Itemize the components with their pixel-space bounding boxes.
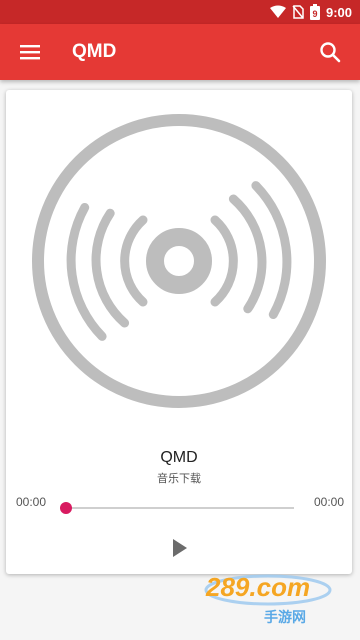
status-bar: 9 9:00: [0, 0, 360, 24]
disc-artwork-icon: [32, 114, 326, 408]
total-time: 00:00: [313, 495, 344, 509]
wifi-icon: [269, 5, 286, 18]
menu-button[interactable]: [10, 32, 50, 72]
play-button[interactable]: [166, 534, 194, 562]
artist-label: 音乐下载: [157, 473, 201, 485]
play-icon: [173, 539, 187, 557]
watermark-brand: 289.com: [205, 572, 310, 602]
song-title: QMD: [160, 449, 198, 466]
watermark-logo: 289.com 手游网: [204, 572, 332, 625]
no-sim-icon: [292, 5, 304, 19]
battery-icon: 9: [309, 4, 320, 20]
menu-icon: [20, 45, 40, 60]
seek-bar[interactable]: [60, 502, 294, 514]
app-title: QMD: [72, 41, 117, 62]
watermark-subtitle: 手游网: [264, 609, 306, 625]
app-bar: QMD: [0, 24, 360, 80]
search-icon: [320, 42, 341, 63]
search-button[interactable]: [310, 32, 350, 72]
battery-level: 9: [312, 9, 317, 19]
current-time: 00:00: [16, 495, 47, 509]
status-icons: 9 9:00: [269, 0, 352, 24]
status-time: 9:00: [325, 4, 352, 20]
seek-thumb[interactable]: [60, 502, 72, 514]
player-card: QMD 音乐下载 00:00 00:00: [6, 90, 352, 574]
